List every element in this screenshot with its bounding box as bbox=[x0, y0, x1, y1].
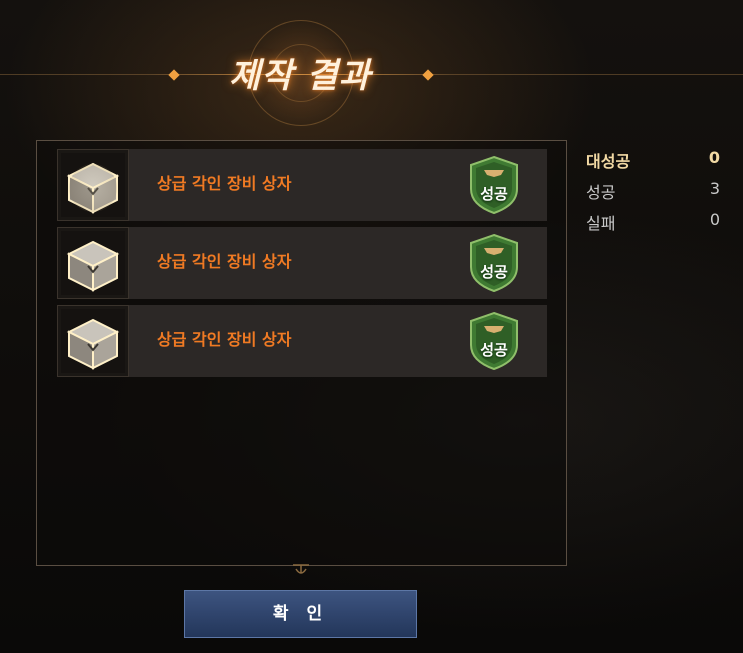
failure-count: 0 bbox=[709, 210, 720, 229]
item-name: 상급 각인 장비 상자 bbox=[157, 252, 292, 271]
window-title: 제작 결과 bbox=[229, 56, 371, 96]
equipment-chest-icon bbox=[57, 305, 129, 377]
great-success-stat: 대성공 0 bbox=[586, 148, 720, 179]
status-badge: 성공 bbox=[480, 185, 508, 203]
status-badge: 성공 bbox=[480, 341, 508, 359]
equipment-chest-icon bbox=[57, 227, 129, 299]
great-success-count: 0 bbox=[708, 148, 720, 167]
success-stat: 성공 3 bbox=[586, 179, 720, 210]
item-name: 상급 각인 장비 상자 bbox=[157, 330, 292, 349]
result-row[interactable]: 상급 각인 장비 상자 성공 bbox=[57, 305, 547, 377]
status-badge: 성공 bbox=[480, 263, 508, 281]
success-count: 3 bbox=[709, 179, 720, 198]
item-name: 상급 각인 장비 상자 bbox=[157, 174, 292, 193]
result-summary: 대성공 0 성공 3 실패 0 bbox=[586, 148, 720, 241]
result-row[interactable]: 상급 각인 장비 상자 성공 bbox=[57, 149, 547, 221]
panel-bottom-ornament bbox=[293, 564, 309, 574]
success-label: 성공 bbox=[586, 183, 616, 202]
result-row[interactable]: 상급 각인 장비 상자 성공 bbox=[57, 227, 547, 299]
results-panel: 상급 각인 장비 상자 성공 상급 각인 장비 상자 성공 상급 각인 장비 상… bbox=[36, 140, 567, 566]
great-success-label: 대성공 bbox=[586, 152, 631, 171]
failure-stat: 실패 0 bbox=[586, 210, 720, 241]
failure-label: 실패 bbox=[586, 214, 616, 233]
confirm-button[interactable]: 확 인 bbox=[184, 590, 417, 638]
equipment-chest-icon bbox=[57, 149, 129, 221]
